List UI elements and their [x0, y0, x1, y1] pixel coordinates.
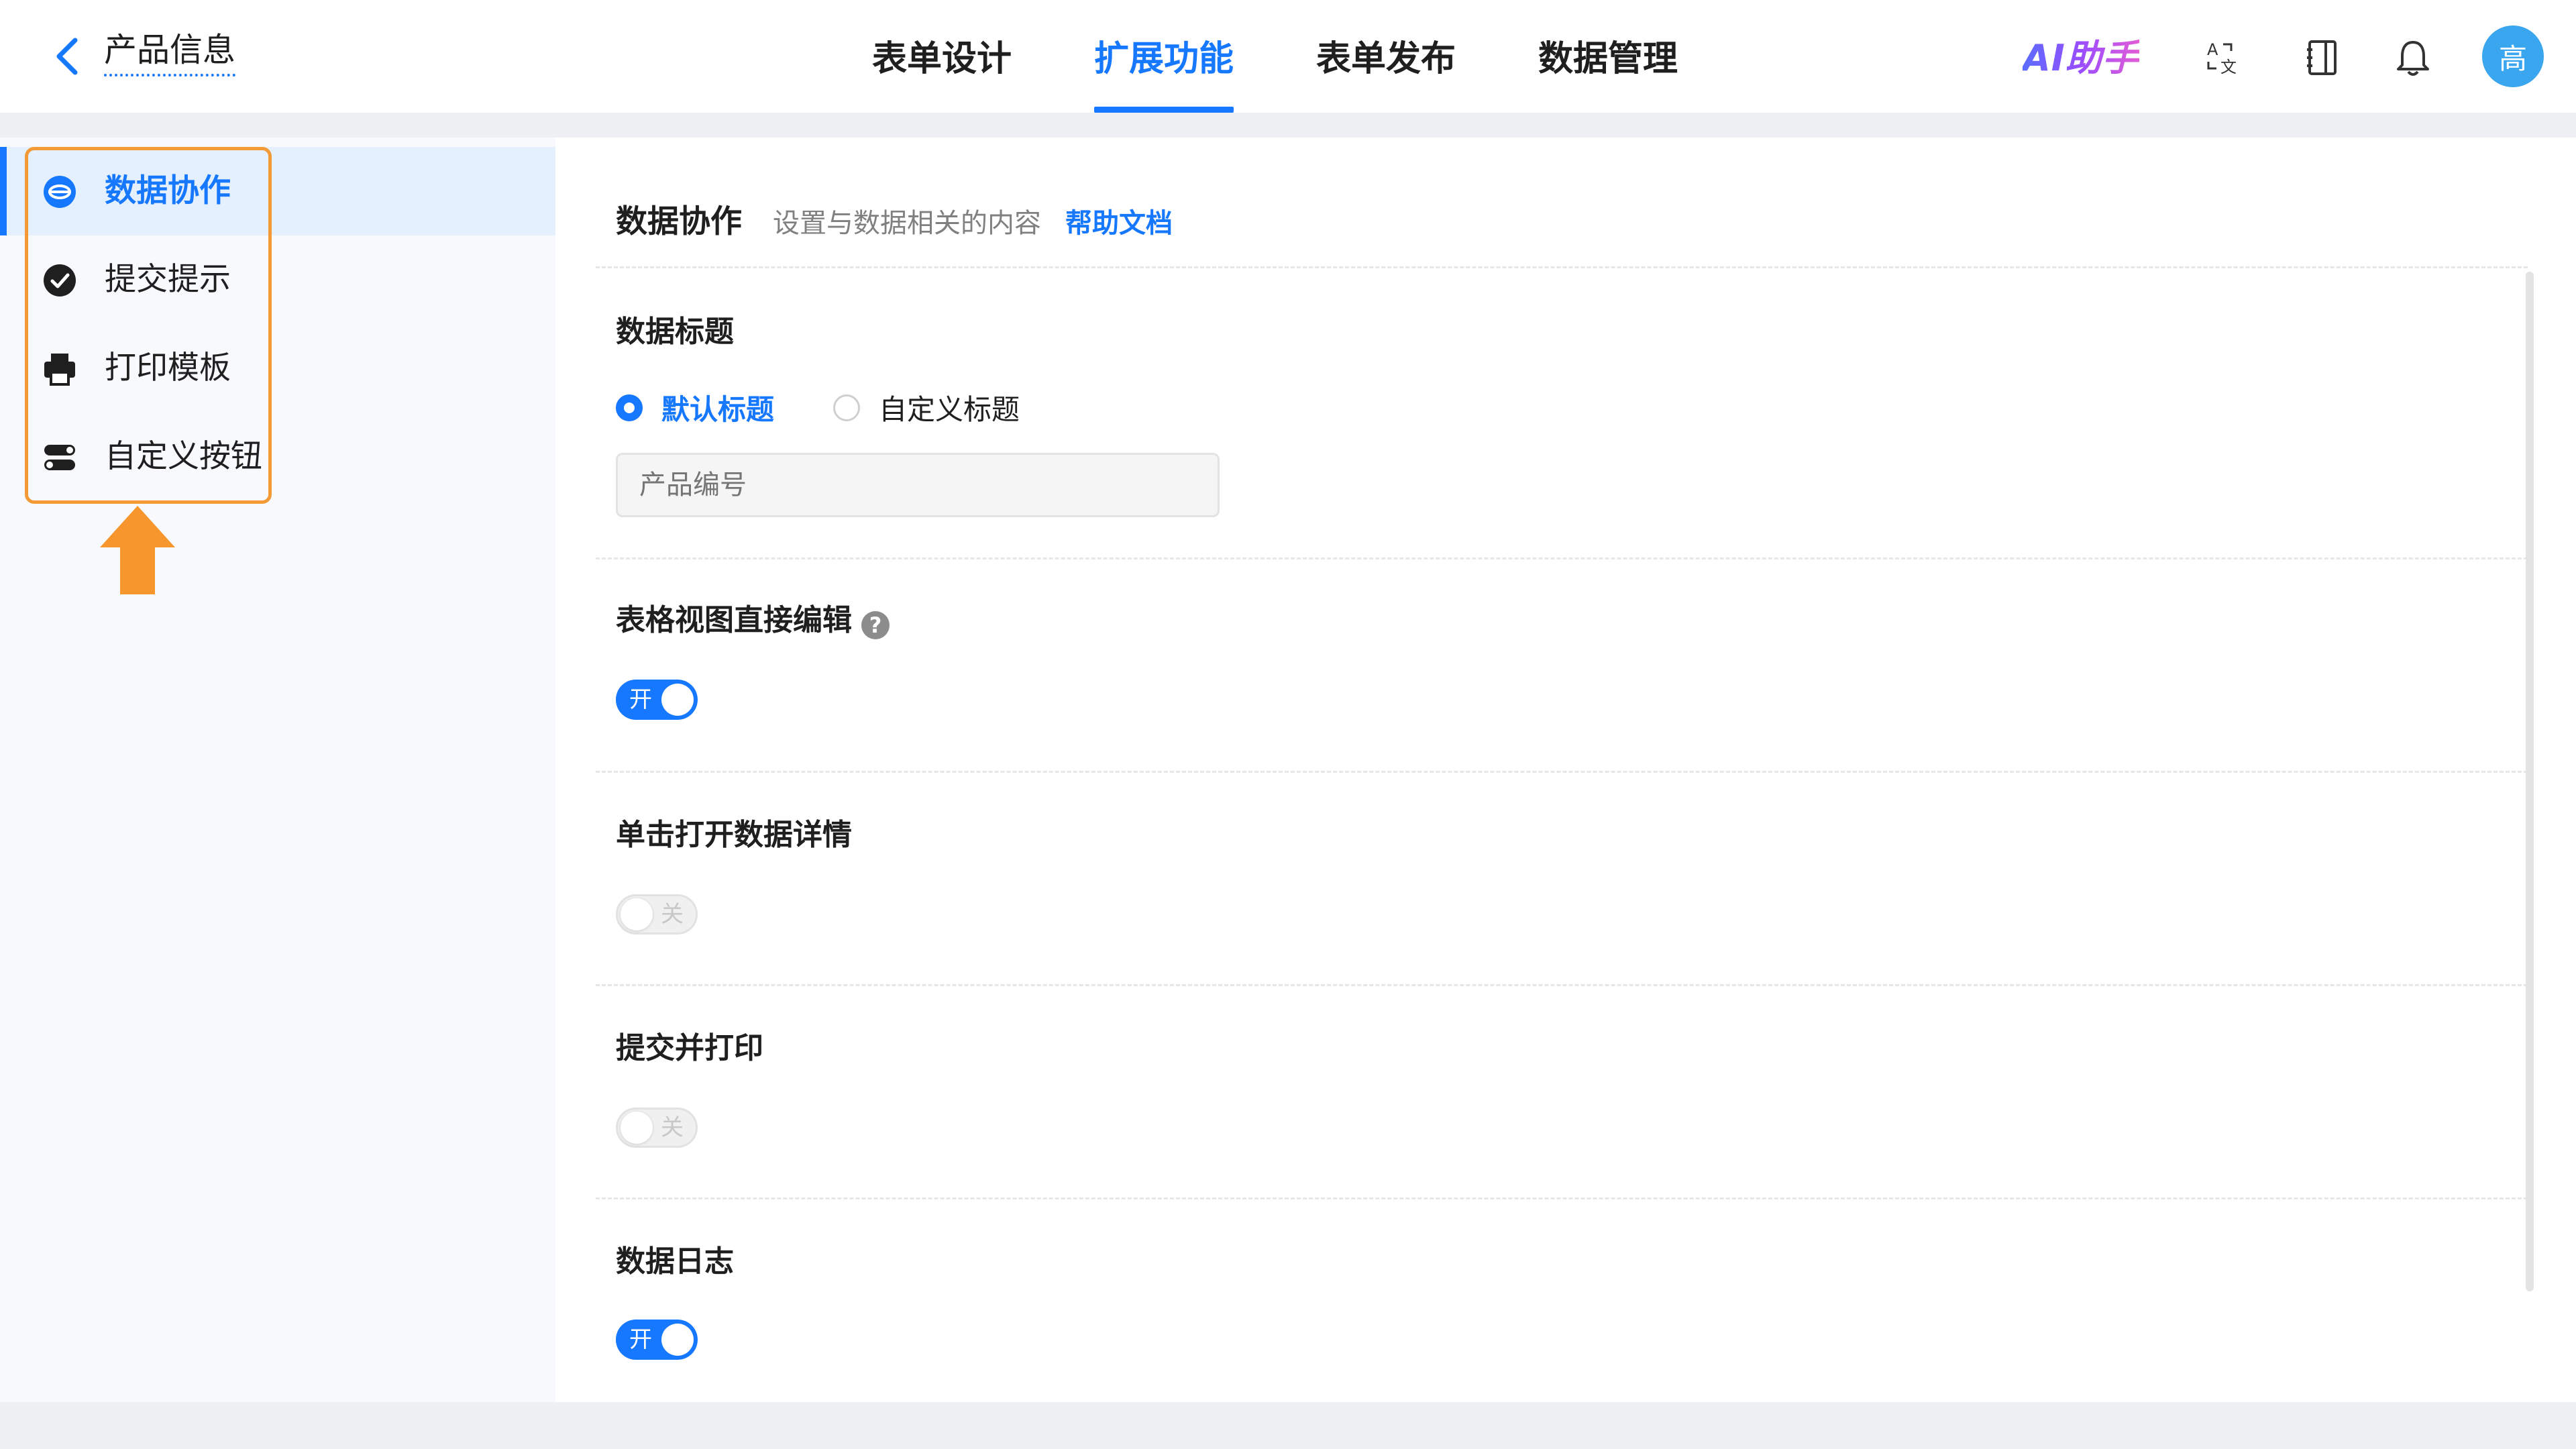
toggle-state-label: 开	[629, 686, 652, 713]
section-header: 数据协作 设置与数据相关的内容 帮助文档	[616, 195, 1173, 241]
help-doc-link[interactable]: 帮助文档	[1065, 201, 1173, 240]
arrow-up-icon	[100, 506, 175, 594]
toggle-submit-and-print[interactable]: 关	[616, 1108, 698, 1148]
toggle-click-open-detail[interactable]: 关	[616, 894, 698, 934]
divider	[596, 771, 2528, 773]
page-title[interactable]: 产品信息	[104, 31, 236, 76]
divider	[596, 266, 2528, 268]
toggle-knob	[621, 1112, 653, 1144]
radio-label: 默认标题	[661, 393, 775, 426]
toggle-knob	[661, 684, 694, 716]
translate-icon[interactable]: A 文	[2202, 36, 2245, 79]
radio-dot	[833, 394, 861, 421]
radio-label: 自定义标题	[879, 393, 1020, 426]
setting-title-data-log: 数据日志	[616, 1244, 734, 1279]
toggle-table-inline-edit[interactable]: 开	[616, 680, 698, 720]
data-title-label: 数据标题	[616, 315, 734, 349]
content-area: 数据协作 设置与数据相关的内容 帮助文档 数据标题 默认标题 自定义标题 表格视…	[555, 138, 2576, 1402]
tab-extensions[interactable]: 扩展功能	[1094, 0, 1234, 113]
setting-title-submit-and-print: 提交并打印	[616, 1031, 763, 1065]
toggle-state-label: 开	[629, 1326, 652, 1353]
section-subtitle: 设置与数据相关的内容	[773, 208, 1041, 239]
section-title: 数据协作	[616, 203, 742, 240]
data-title-radio-group: 默认标题 自定义标题	[616, 387, 1079, 428]
svg-text:文: 文	[2220, 58, 2237, 76]
toggle-knob	[621, 898, 653, 930]
setting-label: 表格视图直接编辑	[616, 603, 852, 637]
radio-default-title[interactable]: 默认标题	[616, 387, 774, 428]
question-icon[interactable]: ?	[861, 611, 890, 639]
ai-assistant-button[interactable]: AI助手	[2023, 35, 2139, 82]
toggle-knob	[661, 1324, 694, 1356]
toggle-data-log[interactable]: 开	[616, 1320, 698, 1360]
highlight-box	[25, 147, 272, 504]
tab-form-publish[interactable]: 表单发布	[1316, 0, 1456, 113]
bell-icon[interactable]	[2392, 36, 2434, 79]
back-button[interactable]	[47, 32, 87, 80]
main-panel: 数据协作 提交提示 打印模板 自定义按钮 数据协作 设置与数据相关的内容 帮助文…	[0, 138, 2576, 1402]
main-tabs: 表单设计 扩展功能 表单发布 数据管理	[872, 0, 1760, 113]
tab-form-design[interactable]: 表单设计	[872, 0, 1012, 113]
divider	[596, 557, 2528, 559]
setting-title-table-inline-edit: 表格视图直接编辑?	[616, 602, 890, 639]
toggle-state-label: 关	[661, 1114, 684, 1141]
avatar[interactable]: 高	[2482, 25, 2544, 87]
svg-text:A: A	[2207, 40, 2218, 59]
scrollbar[interactable]	[2526, 272, 2534, 1291]
tab-data-management[interactable]: 数据管理	[1538, 0, 1678, 113]
book-icon[interactable]	[2301, 36, 2344, 79]
radio-custom-title[interactable]: 自定义标题	[833, 387, 1020, 428]
top-bar: 产品信息 表单设计 扩展功能 表单发布 数据管理 AI助手 A 文 高	[0, 0, 2576, 113]
chevron-left-icon	[56, 38, 78, 75]
divider	[596, 984, 2528, 986]
sidebar: 数据协作 提交提示 打印模板 自定义按钮	[0, 138, 555, 1402]
toggle-state-label: 关	[661, 901, 684, 928]
setting-title-click-open-detail: 单击打开数据详情	[616, 818, 852, 852]
divider	[596, 1197, 2528, 1199]
radio-dot	[616, 394, 643, 421]
data-title-input[interactable]	[616, 453, 1220, 517]
